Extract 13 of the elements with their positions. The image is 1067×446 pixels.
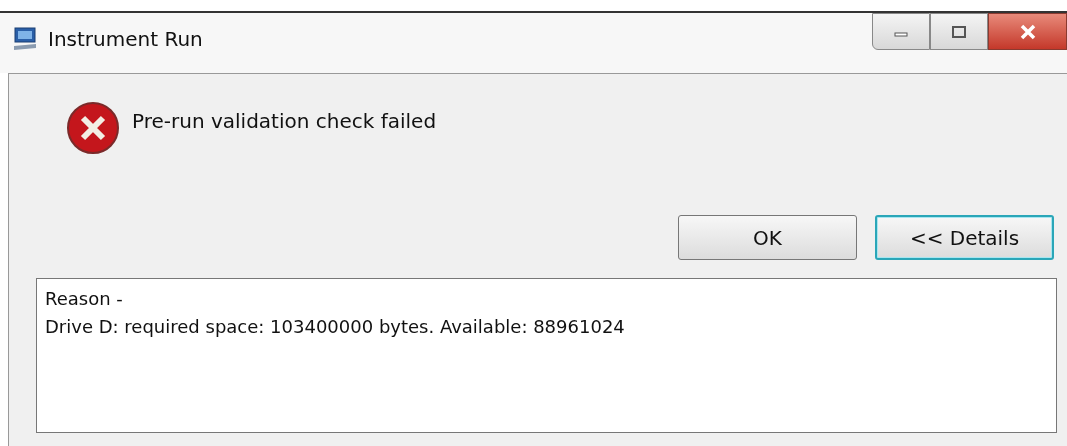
dialog-button[interactable]: << Details: [875, 215, 1054, 260]
window-title: Instrument Run: [48, 27, 203, 51]
details-text: Reason -: [45, 287, 124, 311]
computer-icon: [12, 26, 38, 52]
minimize-button[interactable]: [872, 13, 930, 50]
dialog-button[interactable]: OK: [678, 215, 857, 260]
close-button[interactable]: [988, 13, 1067, 50]
details-text: Drive D: required space: 103400000 bytes. Available: 88961024: [45, 315, 626, 339]
maximize-button[interactable]: [930, 13, 988, 50]
error-icon: [66, 101, 120, 155]
maximize-icon: [951, 24, 967, 39]
close-icon: [1018, 23, 1037, 40]
error-message: Pre-run validation check failed: [132, 109, 437, 133]
